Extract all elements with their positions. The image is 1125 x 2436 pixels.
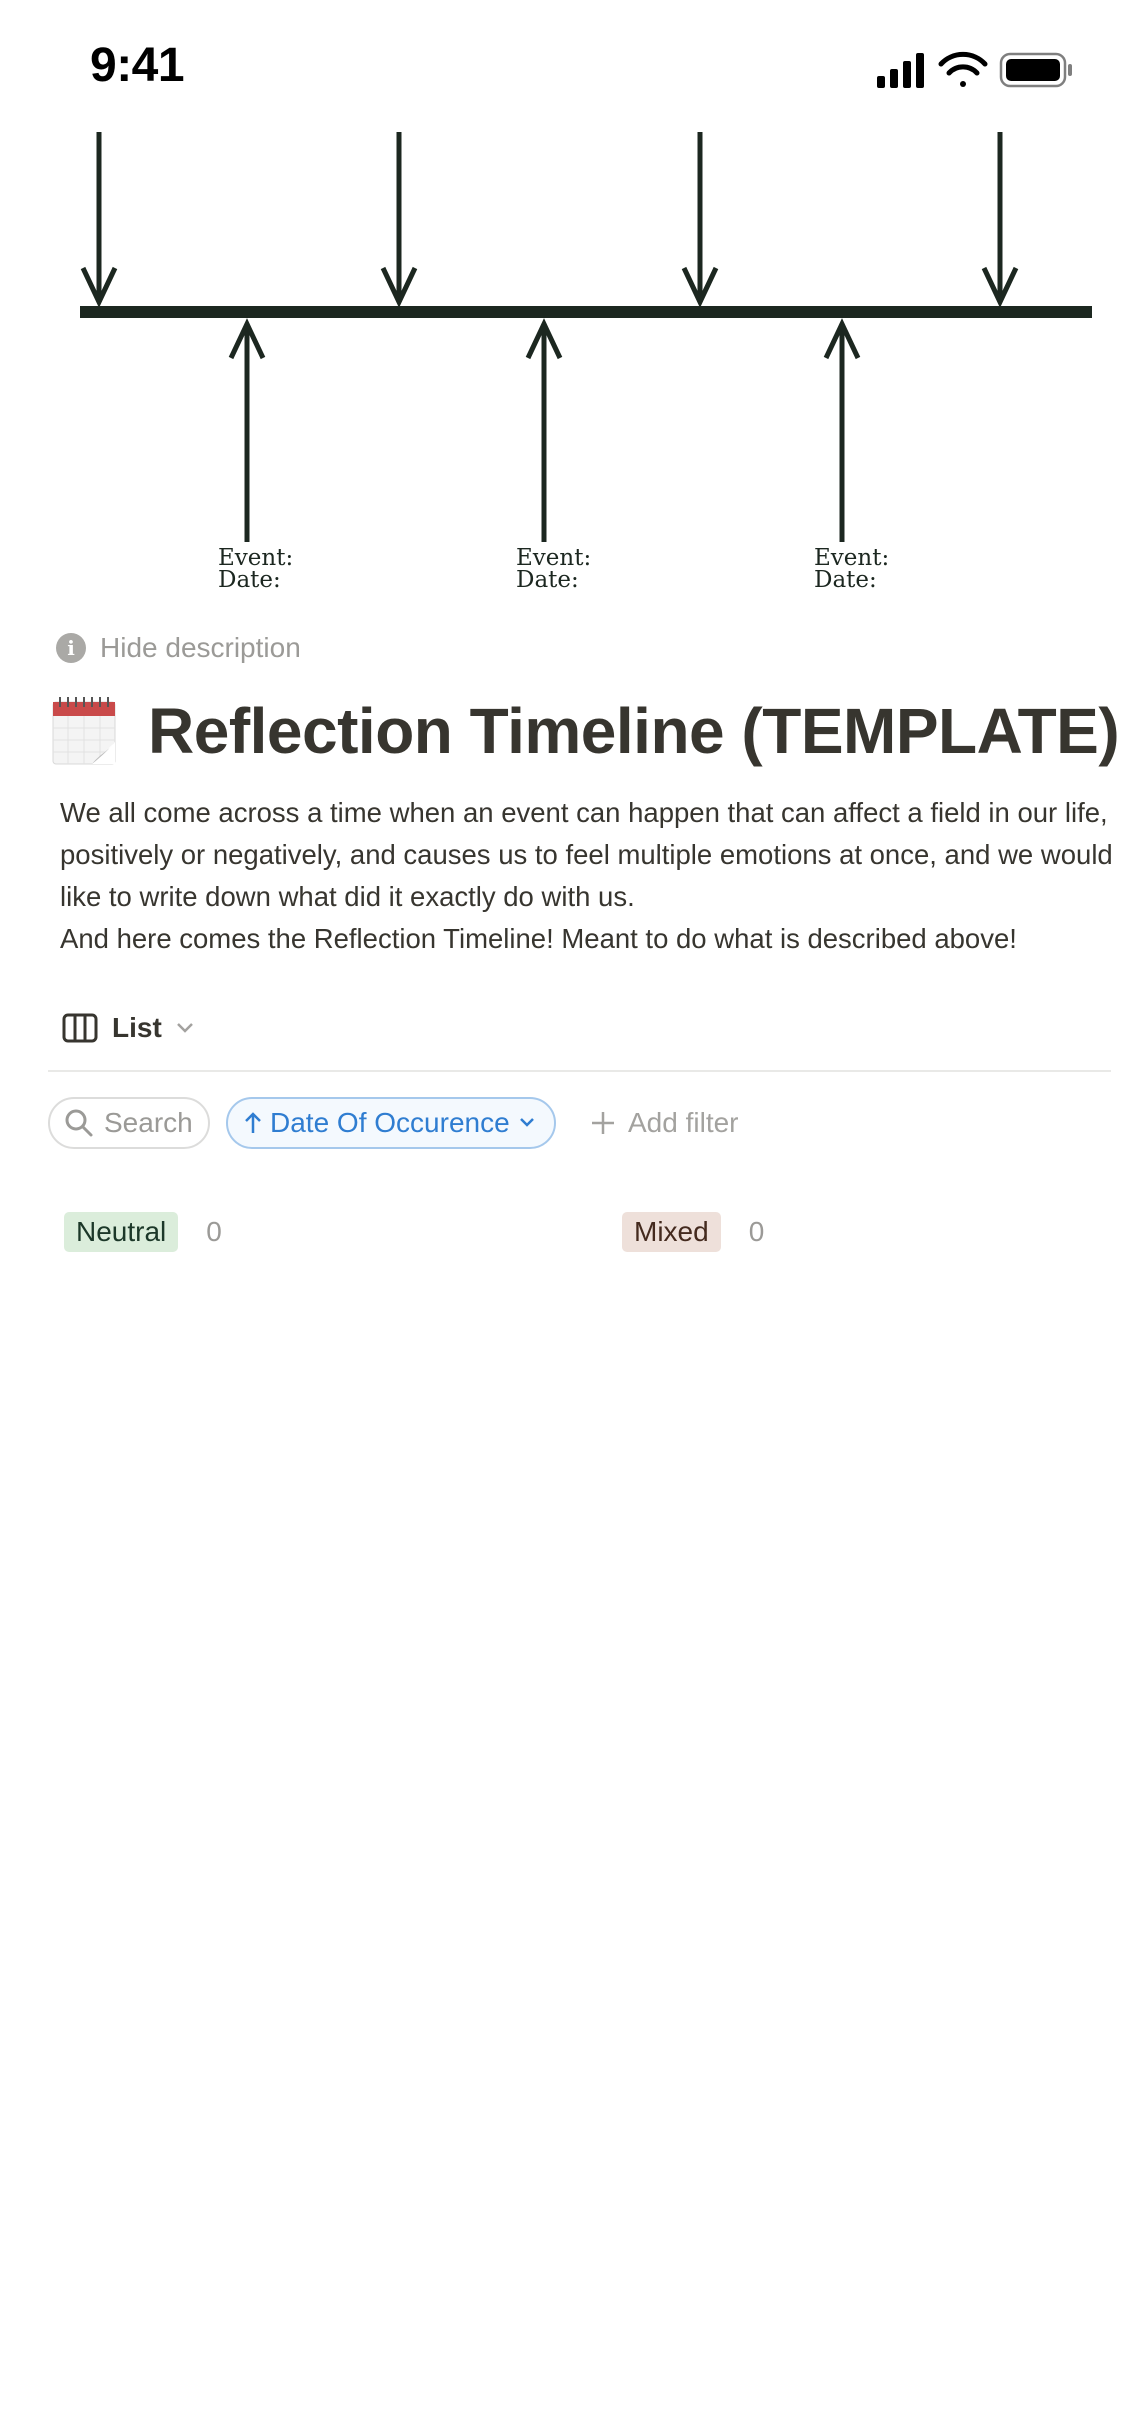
- group-count: 0: [206, 1216, 222, 1247]
- view-label: List: [112, 1012, 162, 1043]
- sort-label: Date Of Occurence: [270, 1107, 510, 1138]
- add-filter-label: Add filter: [628, 1107, 739, 1138]
- plus-icon: [592, 1112, 614, 1134]
- status-time: 9:41: [90, 39, 185, 92]
- cover-image: Event: Date: Event: Date: Event: Date:: [0, 132, 1125, 592]
- search-icon: [65, 1109, 93, 1137]
- date-label-3: Date:: [814, 567, 877, 592]
- description-paragraph: And here comes the Reflection Timeline! …: [60, 923, 1017, 954]
- view-selector[interactable]: List: [62, 1012, 194, 1044]
- add-filter-button[interactable]: Add filter: [590, 1097, 739, 1149]
- up-arrows: [228, 318, 861, 542]
- arrow-up-icon: [245, 1112, 261, 1133]
- down-arrows: [80, 132, 1019, 308]
- info-icon: i: [56, 633, 86, 663]
- page-description: We all come across a time when an event …: [60, 792, 1120, 960]
- wifi-icon: [938, 51, 988, 87]
- status-icons: [877, 51, 1072, 88]
- battery-icon: [999, 52, 1072, 88]
- page-title[interactable]: Reflection Timeline (TEMPLATE): [148, 694, 1120, 768]
- cellular-signal-icon: [877, 53, 924, 88]
- group-label: Mixed: [622, 1212, 721, 1252]
- hide-description-button[interactable]: i Hide description: [56, 632, 301, 664]
- divider: [48, 1070, 1111, 1072]
- group-mixed[interactable]: Mixed 0: [622, 1212, 764, 1252]
- calendar-icon[interactable]: [52, 696, 118, 766]
- group-label: Neutral: [64, 1212, 179, 1252]
- chevron-down-icon: [519, 1118, 534, 1127]
- status-bar: 9:41: [0, 0, 1125, 132]
- search-button[interactable]: Search: [48, 1097, 210, 1149]
- board-view-icon: [62, 1013, 98, 1043]
- chevron-down-icon: [176, 1023, 193, 1033]
- date-label-2: Date:: [516, 567, 579, 592]
- search-label: Search: [104, 1107, 193, 1138]
- hide-description-label: Hide description: [100, 632, 301, 663]
- date-label-1: Date:: [218, 567, 281, 592]
- sort-date-of-occurence-button[interactable]: Date Of Occurence: [226, 1097, 556, 1149]
- group-neutral[interactable]: Neutral 0: [64, 1212, 222, 1252]
- group-count: 0: [748, 1216, 765, 1247]
- timeline-axis: [80, 306, 1092, 318]
- description-paragraph: We all come across a time when an event …: [60, 797, 1113, 912]
